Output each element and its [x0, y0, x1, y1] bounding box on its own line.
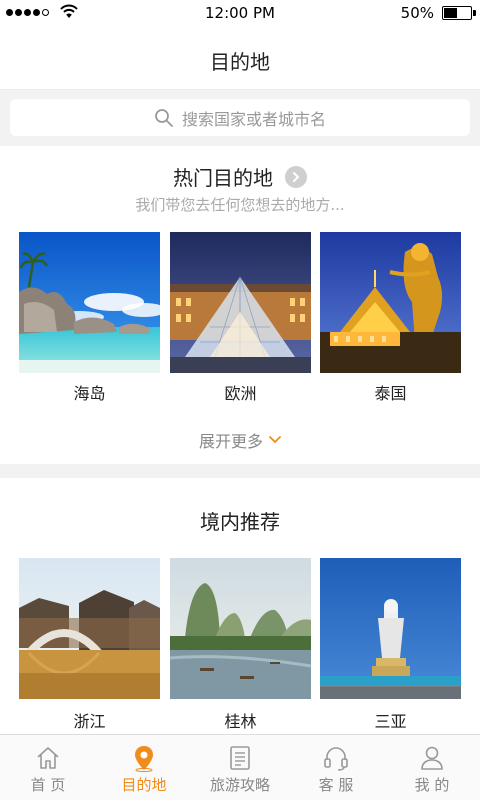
headset-icon	[324, 747, 348, 771]
tab-travel-guide-label: 旅游攻略	[209, 776, 270, 794]
tab-destination-label: 目的地	[121, 776, 167, 794]
zhejiang-destination-image[interactable]	[19, 558, 160, 699]
sanya-destination-image[interactable]	[320, 558, 461, 699]
hot-destinations-title: 热门目的地	[173, 166, 273, 190]
thailand-label: 泰国	[374, 384, 407, 403]
chevron-right-icon[interactable]	[285, 165, 307, 188]
page-title: 目的地	[210, 50, 270, 74]
hot-destinations-header[interactable]: 热门目的地	[0, 162, 480, 191]
tab-home-label: 首 页	[30, 776, 66, 794]
tab-customer-service[interactable]: 客 服	[288, 735, 384, 800]
zhejiang-label: 浙江	[73, 712, 106, 731]
domestic-recommendations-section: 境内推荐 浙江 桂林 三亚	[0, 478, 480, 734]
navigation-bar: 目的地	[0, 26, 480, 90]
tab-home[interactable]: 首 页	[0, 735, 96, 800]
search-placeholder: 搜索国家或者城市名	[181, 109, 326, 129]
battery-percentage: 50%	[400, 4, 434, 22]
guilin-destination-image[interactable]	[170, 558, 311, 699]
battery-icon	[442, 6, 476, 20]
thailand-destination-image[interactable]	[320, 232, 461, 373]
island-destination-image[interactable]	[19, 232, 160, 373]
search-icon	[155, 108, 173, 127]
island-label: 海岛	[73, 384, 106, 403]
guilin-label: 桂林	[224, 712, 257, 731]
status-bar: 12:00 PM 50%	[0, 0, 480, 26]
search-area: 搜索国家或者城市名	[0, 90, 480, 146]
sanya-label: 三亚	[374, 712, 407, 731]
tab-profile-label: 我 的	[414, 776, 450, 794]
domestic-recommendations-title: 境内推荐	[200, 510, 280, 534]
europe-destination-image[interactable]	[170, 232, 311, 373]
hot-destinations-subtitle: 我们带您去任何您想去的地方...	[135, 196, 345, 214]
tab-travel-guide[interactable]: 旅游攻略	[192, 735, 288, 800]
user-icon	[421, 746, 443, 770]
hot-destinations-section: 热门目的地 我们带您去任何您想去的地方... 海岛 欧洲 泰国 展开更多	[0, 146, 480, 464]
europe-label: 欧洲	[224, 384, 257, 403]
search-input[interactable]: 搜索国家或者城市名	[10, 99, 470, 136]
bottom-tab-bar: 首 页 目的地 旅游攻略 客 服 我 的	[0, 734, 480, 800]
expand-more-label: 展开更多	[198, 432, 263, 451]
tab-profile[interactable]: 我 的	[384, 735, 480, 800]
expand-more-button[interactable]: 展开更多	[0, 428, 480, 452]
chevron-down-icon	[269, 436, 281, 444]
document-icon	[230, 746, 250, 770]
home-icon	[37, 747, 59, 769]
tab-customer-service-label: 客 服	[318, 776, 354, 794]
tab-destination[interactable]: 目的地	[96, 735, 192, 800]
location-pin-icon	[135, 746, 153, 772]
